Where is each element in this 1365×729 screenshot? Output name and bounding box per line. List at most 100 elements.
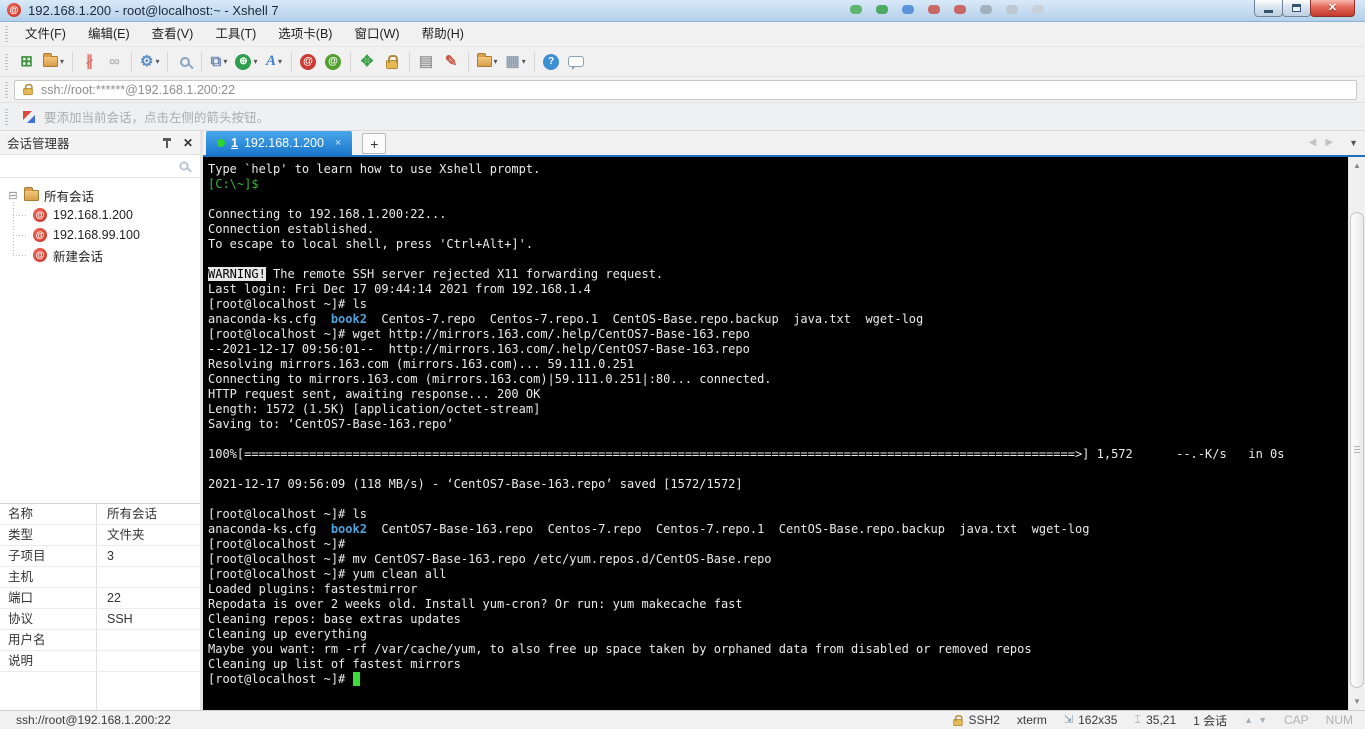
toolbar-items: ⊞ ▾ ∦ ∞ ⚙ ▾ ⧉ ▾ ⊕ ▾ A ▾ @ @ ✥ ▤ ✎ ▾ ▦ ▾? <box>14 50 589 74</box>
menu-item[interactable]: 选项卡(B) <box>267 24 343 45</box>
feedback-button[interactable] <box>564 50 589 74</box>
address-grip[interactable] <box>5 81 8 98</box>
xshell-session-icon <box>33 248 47 262</box>
tile-windows-button[interactable]: ▦ ▾ <box>502 50 530 74</box>
collapse-icon[interactable]: ⊟ <box>7 189 19 202</box>
xshell-button[interactable]: @ <box>296 50 321 74</box>
find-icon <box>179 56 190 67</box>
tab-192-168-1-200[interactable]: 1 192.168.1.200 × <box>206 131 353 155</box>
feedback-icon <box>568 56 585 70</box>
dropdown-arrow-icon[interactable]: ▾ <box>494 57 498 66</box>
title-bar[interactable]: 192.168.1.200 - root@localhost:~ - Xshel… <box>0 0 1365 22</box>
terminal-line: Last login: Fri Dec 17 09:44:14 2021 fro… <box>208 282 591 296</box>
xftp-button[interactable]: @ <box>321 50 346 74</box>
minimize-icon <box>1264 9 1273 13</box>
search-icon[interactable] <box>179 161 189 171</box>
disconnect-button[interactable]: ∦ <box>77 50 102 74</box>
terminal-line: Connection established. <box>208 222 375 236</box>
resize-icon: ⇲ <box>1063 713 1074 726</box>
session-manager-panel: 会话管理器 ✕ ⊟ 所有会话 192.168.1.200 192.168.99.1… <box>0 131 200 711</box>
property-row: 主机 <box>0 567 200 588</box>
lock-icon <box>23 83 33 96</box>
property-label: 类型 <box>0 525 97 545</box>
add-session-flag-icon <box>23 110 35 123</box>
dropdown-arrow-icon[interactable]: ▾ <box>60 57 64 66</box>
sidebar-close-icon[interactable]: ✕ <box>183 136 193 150</box>
open-session-folder-button[interactable]: ▾ <box>39 50 68 74</box>
info-grip[interactable] <box>5 108 8 125</box>
main-toolbar: ⊞ ▾ ∦ ∞ ⚙ ▾ ⧉ ▾ ⊕ ▾ A ▾ @ @ ✥ ▤ ✎ ▾ ▦ ▾? <box>0 47 1365 77</box>
toolbar-separator <box>201 51 203 72</box>
session-down-icon[interactable]: ▼ <box>1258 715 1267 725</box>
terminal-line: 2021-12-17 09:56:09 (118 MB/s) - ‘CentOS… <box>208 477 743 491</box>
tab-list-menu-icon[interactable]: ▼ <box>1349 138 1358 148</box>
status-terminal-type[interactable]: xterm <box>1017 713 1047 727</box>
session-properties-table: 名称 所有会话 类型 文件夹 子项目 3 主机 端口 22 协议 SSH 用户名 说明 <box>0 503 200 711</box>
reconnect-button[interactable]: ∞ <box>102 50 127 74</box>
scroll-down-icon[interactable]: ▼ <box>1349 693 1365 710</box>
session-item-label: 192.168.1.200 <box>53 208 133 222</box>
terminal-area: Type `help' to learn how to use Xshell p… <box>203 157 1365 710</box>
new-session-button[interactable]: ⊞ <box>14 50 39 74</box>
toolbar-grip[interactable] <box>5 53 8 70</box>
lock-screen-icon <box>386 54 398 69</box>
dropdown-arrow-icon[interactable]: ▾ <box>155 57 159 66</box>
session-item[interactable]: 新建会话 <box>0 245 200 265</box>
dropdown-arrow-icon[interactable]: ▾ <box>278 57 282 66</box>
dropdown-arrow-icon[interactable]: ▾ <box>253 57 257 66</box>
font-button[interactable]: A ▾ <box>262 50 287 74</box>
menu-item[interactable]: 文件(F) <box>14 24 77 45</box>
terminal-line: 100%[===================================… <box>208 447 1285 461</box>
caret-position-icon: ⌶ <box>1134 713 1142 726</box>
scroll-up-icon[interactable]: ▲ <box>1349 157 1365 174</box>
minimize-button[interactable] <box>1254 0 1283 17</box>
tab-scroll-right-icon[interactable]: ▶ <box>1325 137 1333 148</box>
property-row: 协议 SSH <box>0 609 200 630</box>
menu-item[interactable]: 编辑(E) <box>77 24 141 45</box>
session-manager-header: 会话管理器 ✕ <box>0 131 200 155</box>
terminal-screen[interactable]: Type `help' to learn how to use Xshell p… <box>203 157 1348 710</box>
full-screen-button[interactable]: ✥ <box>355 50 380 74</box>
dropdown-arrow-icon[interactable]: ▾ <box>522 57 526 66</box>
pin-icon[interactable] <box>162 137 171 148</box>
restore-button[interactable] <box>1282 0 1311 17</box>
toolbar-separator <box>290 51 292 72</box>
session-properties-button[interactable]: ⚙ ▾ <box>136 50 163 74</box>
virtual-keyboard-button[interactable]: ▤ <box>414 50 439 74</box>
session-search-input[interactable] <box>7 157 179 175</box>
tab-close-icon[interactable]: × <box>335 137 341 149</box>
compose-pane-button[interactable]: ⧉ ▾ <box>206 50 231 74</box>
close-button[interactable]: ✕ <box>1310 0 1355 17</box>
status-cursor-position: ⌶ 35,21 <box>1134 713 1177 727</box>
tree-root-all-sessions[interactable]: ⊟ 所有会话 <box>0 185 200 205</box>
highlight-pen-button[interactable]: ✎ <box>439 50 464 74</box>
terminal-line: Maybe you want: rm -rf /var/cache/yum, t… <box>208 642 1032 656</box>
menu-grip[interactable] <box>5 26 8 42</box>
session-item[interactable]: 192.168.1.200 <box>0 205 200 225</box>
help-button[interactable]: ? <box>539 50 564 74</box>
disconnect-icon: ∦ <box>85 53 94 70</box>
session-item[interactable]: 192.168.99.100 <box>0 225 200 245</box>
new-tab-button[interactable]: + <box>362 133 387 154</box>
toolbar-separator <box>131 51 133 72</box>
menu-item[interactable]: 查看(V) <box>141 24 205 45</box>
web-tools-button[interactable]: ⊕ ▾ <box>231 50 261 74</box>
lock-screen-button[interactable] <box>380 50 405 74</box>
menu-bar: 文件(F) 编辑(E) 查看(V) 工具(T) 选项卡(B) 窗口(W) 帮助(H) <box>0 22 1365 47</box>
scrollbar-thumb[interactable] <box>1350 212 1364 688</box>
status-bar: ssh://root@192.168.1.200:22 SSH2 xterm ⇲… <box>0 710 1365 729</box>
dropdown-arrow-icon[interactable]: ▾ <box>223 57 227 66</box>
address-input[interactable]: ssh://root:******@192.168.1.200:22 <box>14 79 1357 100</box>
restore-icon <box>1292 4 1301 12</box>
new-file-icon <box>476 53 492 67</box>
menu-item[interactable]: 窗口(W) <box>343 24 410 45</box>
terminal-scrollbar[interactable]: ▲ ▼ <box>1348 157 1365 710</box>
menu-item[interactable]: 帮助(H) <box>411 24 475 45</box>
session-up-icon[interactable]: ▲ <box>1244 715 1253 725</box>
new-file-button[interactable]: ▾ <box>473 50 502 74</box>
info-message: 要添加当前会话，点击左侧的箭头按钮。 <box>44 111 270 125</box>
find-button[interactable] <box>172 50 197 74</box>
menu-item[interactable]: 工具(T) <box>204 24 267 45</box>
tab-scroll-left-icon[interactable]: ◀ <box>1309 137 1317 148</box>
